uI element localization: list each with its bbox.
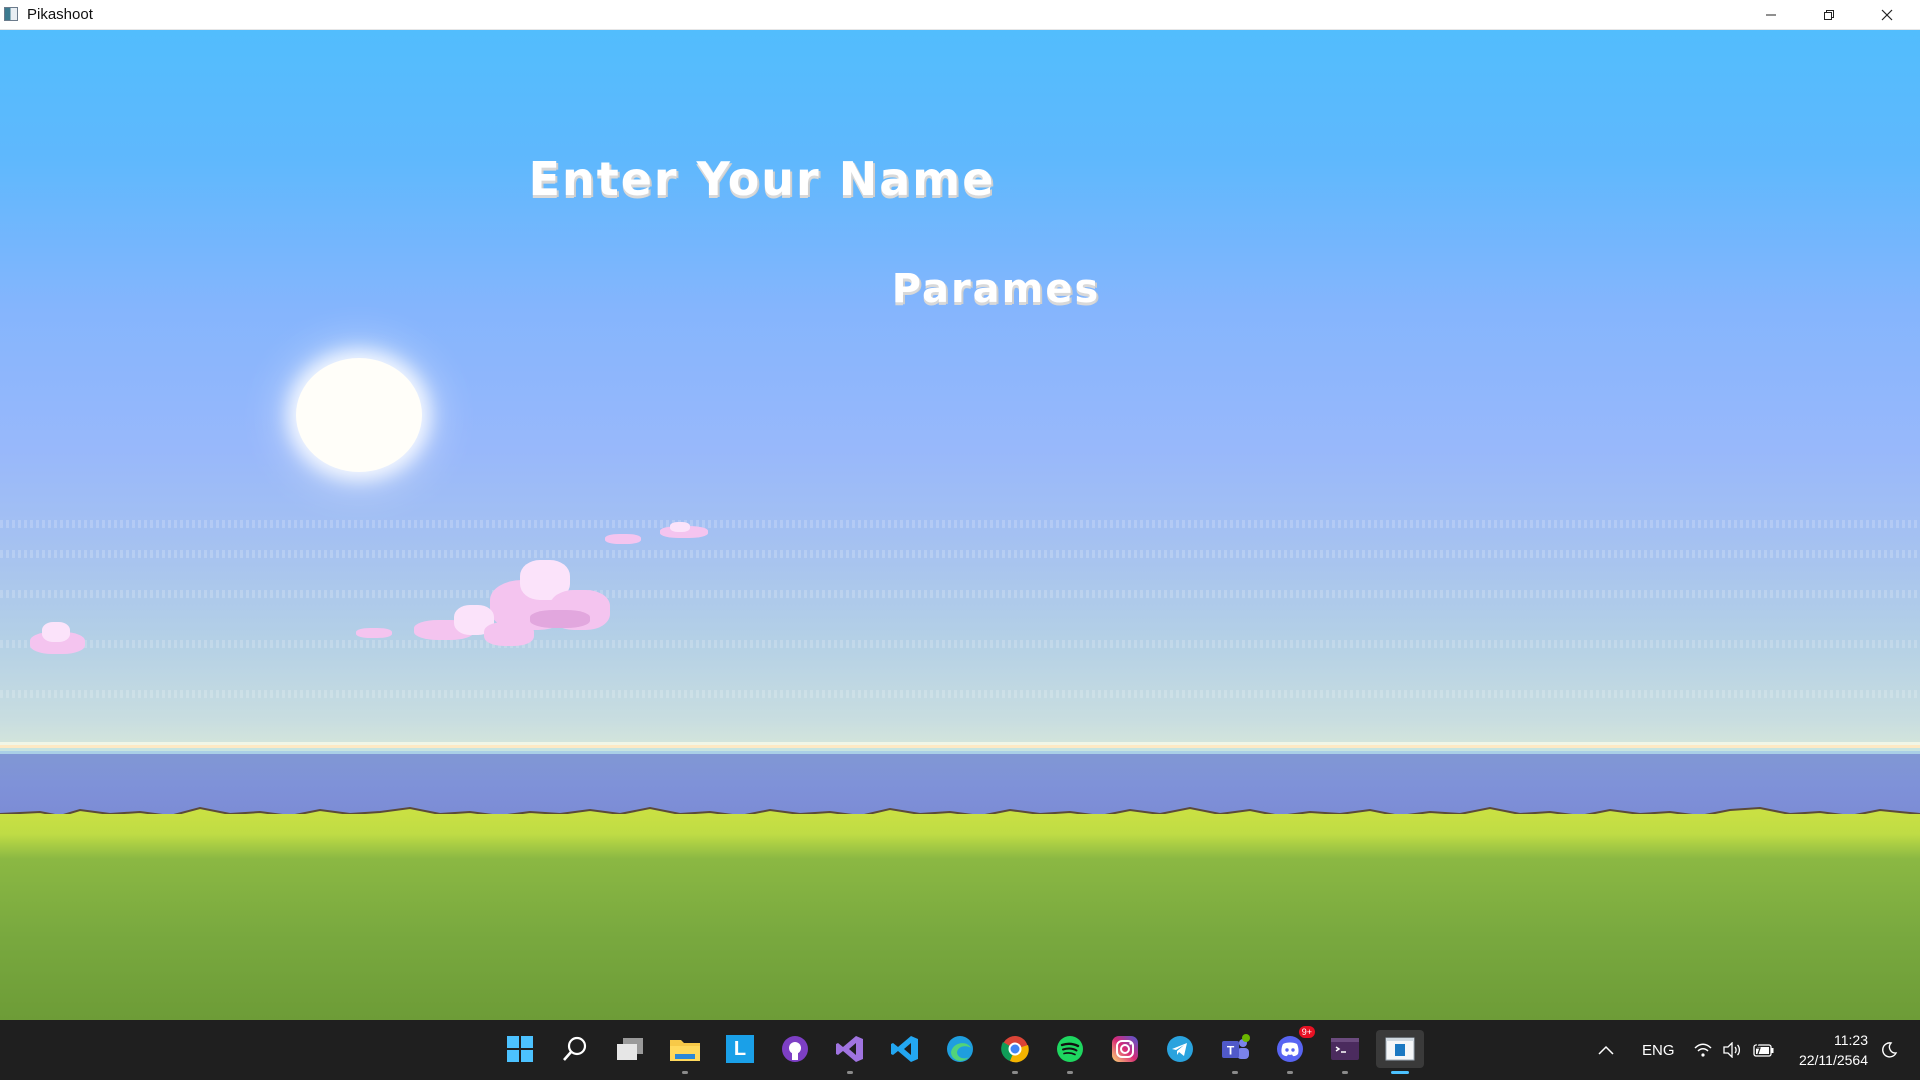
running-indicator bbox=[847, 1071, 853, 1074]
notification-badge: 9+ bbox=[1298, 1026, 1315, 1038]
player-name-input[interactable]: Parames bbox=[36, 266, 1920, 312]
close-button[interactable] bbox=[1858, 0, 1916, 29]
telegram-icon bbox=[1167, 1036, 1193, 1062]
show-hidden-icons-button[interactable] bbox=[1598, 1020, 1614, 1080]
sky-dither-band bbox=[0, 550, 1920, 558]
clock[interactable]: 11:23 22/11/2564 bbox=[1778, 1030, 1868, 1070]
close-icon bbox=[1881, 9, 1893, 20]
cloud-tiny bbox=[356, 626, 396, 640]
terminal-icon bbox=[1331, 1038, 1359, 1060]
chrome-icon bbox=[1001, 1036, 1029, 1063]
minimize-button[interactable] bbox=[1742, 0, 1800, 29]
volume-button[interactable] bbox=[1723, 1020, 1741, 1080]
running-indicator bbox=[1012, 1071, 1018, 1074]
clock-date: 22/11/2564 bbox=[1798, 1052, 1868, 1068]
teams-icon: T bbox=[1222, 1034, 1250, 1059]
sky-dither-band bbox=[0, 520, 1920, 528]
search-icon bbox=[563, 1036, 587, 1061]
moon-icon bbox=[1882, 1042, 1898, 1058]
visual-studio-button[interactable] bbox=[831, 1030, 869, 1074]
cloud-tiny bbox=[660, 522, 710, 542]
spotify-button[interactable] bbox=[1051, 1030, 1089, 1074]
discord-icon bbox=[1277, 1036, 1303, 1062]
discord-button[interactable]: 9+ bbox=[1271, 1026, 1315, 1074]
game-canvas[interactable]: Enter Your Name Parames bbox=[0, 30, 1920, 1020]
edge-icon bbox=[947, 1036, 973, 1062]
running-indicator bbox=[1287, 1071, 1293, 1074]
running-indicator bbox=[1342, 1071, 1348, 1074]
restore-icon bbox=[1824, 9, 1834, 20]
folder-icon bbox=[670, 1040, 700, 1061]
sky-dither-band bbox=[0, 690, 1920, 698]
cloud-small-left bbox=[30, 620, 100, 660]
app-window-icon bbox=[4, 7, 18, 21]
battery-charging-icon bbox=[1753, 1042, 1774, 1057]
teams-button[interactable]: T bbox=[1216, 1030, 1254, 1074]
chrome-button[interactable] bbox=[996, 1030, 1034, 1074]
svg-text:T: T bbox=[1227, 1044, 1235, 1058]
speaker-icon bbox=[1723, 1042, 1741, 1058]
enter-name-heading: Enter Your Name bbox=[528, 152, 996, 206]
github-icon bbox=[782, 1036, 808, 1062]
running-indicator bbox=[1067, 1071, 1073, 1074]
spotify-icon bbox=[1057, 1036, 1083, 1062]
edge-button[interactable] bbox=[941, 1030, 979, 1068]
pikashoot-app-icon bbox=[1385, 1037, 1415, 1061]
start-button[interactable] bbox=[501, 1030, 539, 1068]
active-indicator bbox=[1391, 1071, 1409, 1074]
task-view-button[interactable] bbox=[611, 1030, 649, 1068]
running-indicator bbox=[1232, 1071, 1238, 1074]
pikashoot-taskbar-button[interactable] bbox=[1376, 1030, 1424, 1074]
cloud-medium bbox=[414, 600, 544, 655]
search-button[interactable] bbox=[556, 1030, 594, 1068]
sky-dither-band bbox=[0, 590, 1920, 598]
telegram-button[interactable] bbox=[1161, 1030, 1199, 1068]
taskbar: L T 9+ ENG 11:23 22/11/2564 bbox=[0, 1020, 1920, 1080]
minimize-icon bbox=[1766, 14, 1776, 15]
github-desktop-button[interactable] bbox=[776, 1030, 814, 1068]
vscode-icon bbox=[891, 1036, 918, 1062]
cloud-tiny bbox=[605, 532, 645, 546]
restore-button[interactable] bbox=[1800, 0, 1858, 29]
language-indicator[interactable]: ENG bbox=[1642, 1020, 1675, 1080]
focus-assist-button[interactable] bbox=[1880, 1020, 1898, 1080]
horizon-line bbox=[0, 742, 1920, 754]
grass-field bbox=[0, 814, 1920, 1020]
vscode-button[interactable] bbox=[886, 1030, 924, 1068]
chevron-up-icon bbox=[1598, 1045, 1614, 1055]
network-button[interactable] bbox=[1694, 1020, 1712, 1080]
clock-time: 11:23 bbox=[1834, 1032, 1868, 1048]
window-title: Pikashoot bbox=[27, 6, 93, 23]
sky-dither-band bbox=[0, 640, 1920, 648]
sun bbox=[296, 358, 422, 472]
running-indicator bbox=[682, 1071, 688, 1074]
instagram-button[interactable] bbox=[1106, 1030, 1144, 1068]
l-app-icon: L bbox=[726, 1035, 754, 1063]
wifi-icon bbox=[1694, 1043, 1712, 1057]
battery-button[interactable] bbox=[1753, 1020, 1775, 1080]
terminal-button[interactable] bbox=[1326, 1030, 1364, 1074]
instagram-icon bbox=[1112, 1036, 1138, 1062]
l-app-button[interactable]: L bbox=[721, 1030, 759, 1068]
window-title-bar: Pikashoot bbox=[0, 0, 1920, 30]
task-view-icon bbox=[617, 1038, 643, 1060]
visual-studio-icon bbox=[836, 1036, 863, 1062]
windows-logo-icon bbox=[507, 1036, 533, 1062]
file-explorer-button[interactable] bbox=[666, 1030, 704, 1074]
